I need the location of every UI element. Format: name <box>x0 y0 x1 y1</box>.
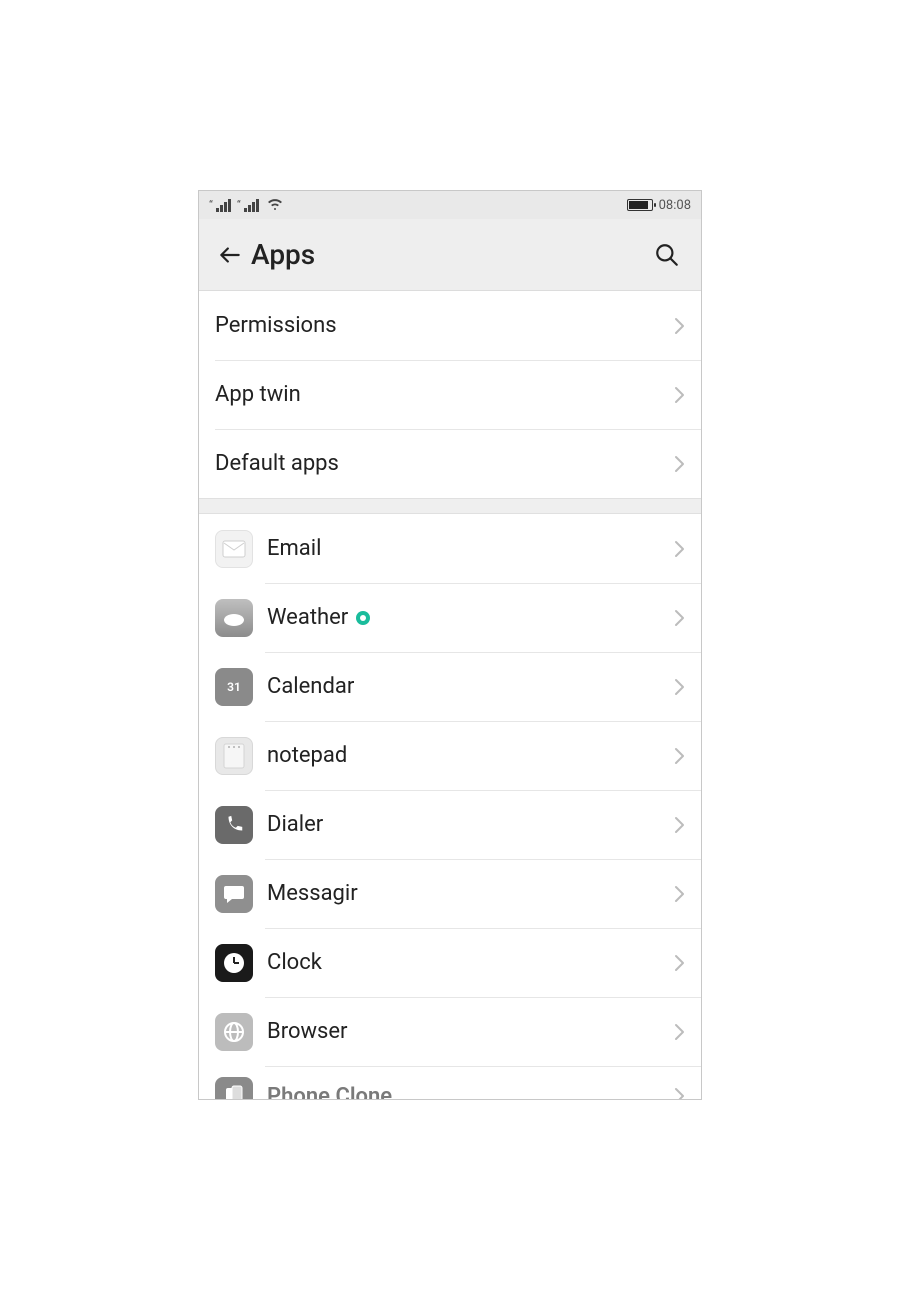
browser-icon <box>215 1013 253 1051</box>
weather-icon <box>215 599 253 637</box>
clock-icon <box>215 944 253 982</box>
apps-list: Email Weather 31 Calendar notepad <box>199 514 701 1100</box>
chevron-right-icon <box>673 677 685 697</box>
app-label: Email <box>267 536 673 561</box>
chevron-right-icon <box>673 316 685 336</box>
app-row-calendar[interactable]: 31 Calendar <box>199 652 701 721</box>
wifi-icon <box>267 199 283 211</box>
app-label: Browser <box>267 1019 673 1044</box>
row-label: Default apps <box>215 451 673 476</box>
battery-icon <box>627 199 653 211</box>
app-label: Dialer <box>267 812 673 837</box>
app-row-phone-clone[interactable]: Phone Clone <box>199 1066 701 1100</box>
notepad-icon <box>215 737 253 775</box>
status-left: “ “ <box>209 199 283 212</box>
app-row-messaging[interactable]: Messagir <box>199 859 701 928</box>
chevron-right-icon <box>673 385 685 405</box>
app-label: notepad <box>267 743 673 768</box>
row-app-twin[interactable]: App twin <box>199 360 701 429</box>
chevron-right-icon <box>673 746 685 766</box>
status-bar: “ “ 08:08 <box>199 191 701 219</box>
calendar-date-text: 31 <box>227 680 241 694</box>
app-row-weather[interactable]: Weather <box>199 583 701 652</box>
arrow-left-icon <box>217 242 243 268</box>
search-button[interactable] <box>647 235 687 275</box>
chevron-right-icon <box>673 884 685 904</box>
chevron-right-icon <box>673 539 685 559</box>
section-divider <box>199 498 701 514</box>
status-time: 08:08 <box>659 198 691 213</box>
chevron-right-icon <box>673 1022 685 1042</box>
app-row-dialer[interactable]: Dialer <box>199 790 701 859</box>
email-icon <box>215 530 253 568</box>
status-right: 08:08 <box>627 198 691 213</box>
chevron-right-icon <box>673 454 685 474</box>
signal-icon <box>216 199 231 212</box>
app-row-notepad[interactable]: notepad <box>199 721 701 790</box>
sim2-label: “ <box>237 200 241 211</box>
row-label: Permissions <box>215 313 673 338</box>
app-label: Clock <box>267 950 673 975</box>
chevron-right-icon <box>673 608 685 628</box>
row-label: App twin <box>215 382 673 407</box>
app-label: Calendar <box>267 674 673 699</box>
app-label: Messagir <box>267 881 673 906</box>
sim1-label: “ <box>209 200 213 211</box>
signal-icon-2 <box>244 199 259 212</box>
phone-frame: “ “ 08:08 Apps Perm <box>198 190 702 1100</box>
page-title: Apps <box>251 238 647 271</box>
app-label: Weather <box>267 605 673 630</box>
settings-list: Permissions App twin Default apps <box>199 291 701 498</box>
app-row-browser[interactable]: Browser <box>199 997 701 1066</box>
back-button[interactable] <box>213 235 247 275</box>
app-row-clock[interactable]: Clock <box>199 928 701 997</box>
messaging-icon <box>215 875 253 913</box>
app-row-email[interactable]: Email <box>199 514 701 583</box>
phone-clone-icon <box>215 1077 253 1100</box>
app-header: Apps <box>199 219 701 291</box>
location-badge-icon <box>356 611 370 625</box>
dialer-icon <box>215 806 253 844</box>
app-label: Phone Clone <box>267 1084 673 1101</box>
row-permissions[interactable]: Permissions <box>199 291 701 360</box>
calendar-icon: 31 <box>215 668 253 706</box>
chevron-right-icon <box>673 1086 685 1100</box>
chevron-right-icon <box>673 953 685 973</box>
search-icon <box>654 242 680 268</box>
chevron-right-icon <box>673 815 685 835</box>
row-default-apps[interactable]: Default apps <box>199 429 701 498</box>
